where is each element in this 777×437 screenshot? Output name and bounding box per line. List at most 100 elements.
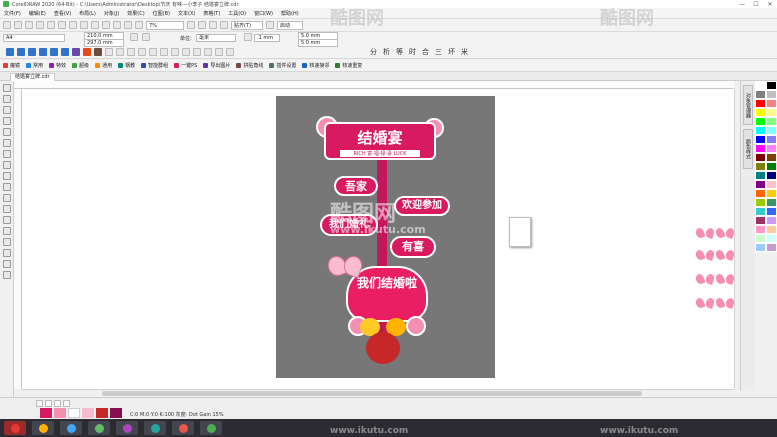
palette-swatch[interactable] [755, 126, 766, 135]
palette-swatch[interactable] [766, 99, 777, 108]
taskbar-app[interactable] [172, 421, 194, 435]
plugin-item[interactable]: 核速重复 [335, 62, 362, 69]
menu-effects[interactable]: 效果(C) [127, 10, 144, 17]
menu-help[interactable]: 帮助(H) [281, 10, 299, 17]
import-icon[interactable] [113, 21, 121, 29]
add-tool-icon[interactable] [2, 271, 11, 279]
title-sign[interactable]: 结婚宴 RICH 富·福·禄·喜 LUCK [324, 122, 436, 160]
new-document-icon[interactable] [3, 21, 11, 29]
drop-shadow-tool-icon[interactable] [2, 216, 11, 224]
horizontal-ruler[interactable] [14, 81, 734, 89]
distribute-icon[interactable] [138, 48, 146, 56]
options-gear-icon[interactable] [266, 21, 274, 29]
palette-swatch[interactable] [766, 81, 777, 90]
plugin-item[interactable]: 导出图片 [203, 62, 230, 69]
polygon-tool-icon[interactable] [2, 172, 11, 180]
taskbar-app[interactable] [32, 421, 54, 435]
quick-icon-3[interactable] [28, 48, 36, 56]
landscape-icon[interactable] [142, 33, 150, 41]
palette-swatch[interactable] [766, 198, 777, 207]
zoom-tool-icon[interactable] [2, 117, 11, 125]
quick-icon-6[interactable] [61, 48, 69, 56]
units-select[interactable]: 毫米 [196, 34, 236, 42]
palette-swatch[interactable] [766, 90, 777, 99]
plugin-item[interactable]: 核速接邻 [302, 62, 329, 69]
palette-swatch[interactable] [766, 117, 777, 126]
smart-fill-tool-icon[interactable] [2, 260, 11, 268]
print-icon[interactable] [36, 21, 44, 29]
palette-swatch[interactable] [755, 153, 766, 162]
align-icon[interactable] [127, 48, 135, 56]
bow-asset[interactable] [696, 296, 714, 310]
palette-swatch[interactable] [755, 99, 766, 108]
prev-page-button[interactable] [45, 400, 52, 407]
palette-swatch[interactable] [755, 108, 766, 117]
trim-icon[interactable] [204, 48, 212, 56]
docker-tab-objects[interactable]: 对象管理器 [743, 85, 753, 125]
plugin-item[interactable]: 常用 [26, 62, 43, 69]
group-icon[interactable] [149, 48, 157, 56]
palette-swatch[interactable] [766, 234, 777, 243]
ellipse-tool-icon[interactable] [2, 161, 11, 169]
doc-swatch[interactable] [40, 408, 52, 418]
minus-icon[interactable] [116, 48, 124, 56]
menu-bitmaps[interactable]: 位图(B) [153, 10, 170, 17]
plus-icon[interactable] [105, 48, 113, 56]
taskbar-app[interactable] [60, 421, 82, 435]
snap-to-dropdown[interactable]: 贴齐(T) [231, 20, 263, 30]
pick-tool-icon[interactable] [2, 84, 11, 92]
sign-ceremony[interactable]: 我们婚礼 [320, 214, 378, 236]
full-screen-icon[interactable] [187, 21, 195, 29]
palette-swatch[interactable] [766, 225, 777, 234]
zoom-level-select[interactable]: 7% [146, 20, 184, 30]
palette-swatch[interactable] [766, 171, 777, 180]
maximize-button[interactable]: ☐ [749, 1, 763, 8]
palette-swatch[interactable] [766, 153, 777, 162]
text-tool-icon[interactable] [2, 183, 11, 191]
symbol-button-1[interactable]: 分 [370, 47, 377, 57]
menu-text[interactable]: 文本(X) [178, 10, 195, 17]
cut-icon[interactable] [47, 21, 55, 29]
document-tab[interactable]: 结婚宴立牌.cdr [10, 73, 55, 81]
symbol-button-6[interactable]: 三 [435, 47, 442, 57]
palette-swatch[interactable] [755, 117, 766, 126]
vertical-ruler[interactable] [14, 89, 22, 389]
palette-swatch[interactable] [766, 126, 777, 135]
menu-tools[interactable]: 工具(O) [228, 10, 246, 17]
bow-asset[interactable] [696, 226, 714, 240]
eyedropper-tool-icon[interactable] [2, 238, 11, 246]
sign-joy[interactable]: 有喜 [390, 236, 436, 258]
parallel-dimension-tool-icon[interactable] [2, 194, 11, 202]
ungroup-icon[interactable] [160, 48, 168, 56]
intersect-icon[interactable] [215, 48, 223, 56]
nudge-distance-field[interactable]: .1 mm [254, 34, 280, 42]
palette-swatch[interactable] [766, 243, 777, 252]
menu-object[interactable]: 对象(J) [104, 10, 119, 17]
palette-swatch[interactable] [755, 216, 766, 225]
quick-icon-9[interactable] [94, 48, 102, 56]
doc-swatch[interactable] [82, 408, 94, 418]
quick-icon-4[interactable] [39, 48, 47, 56]
symbol-button-3[interactable]: 等 [396, 47, 403, 57]
bow-asset[interactable] [716, 272, 734, 286]
bow-asset[interactable] [696, 272, 714, 286]
palette-swatch[interactable] [766, 135, 777, 144]
symbol-button-2[interactable]: 析 [383, 47, 390, 57]
palette-swatch[interactable] [755, 198, 766, 207]
artboard-page[interactable]: 结婚宴 RICH 富·福·禄·喜 LUCK 吾家 欢迎参加 我们婚礼 有喜 我们… [276, 96, 495, 378]
palette-swatch[interactable] [766, 108, 777, 117]
menu-layout[interactable]: 布局(L) [79, 10, 96, 17]
drawing-canvas[interactable]: 结婚宴 RICH 富·福·禄·喜 LUCK 吾家 欢迎参加 我们婚礼 有喜 我们… [22, 89, 734, 389]
palette-swatch[interactable] [755, 162, 766, 171]
plugin-item[interactable]: 拼贴角线 [236, 62, 263, 69]
page-size-select[interactable]: A4 [3, 34, 65, 42]
plugin-item[interactable]: 智能群组 [141, 62, 168, 69]
interactive-fill-tool-icon[interactable] [2, 249, 11, 257]
save-icon[interactable] [25, 21, 33, 29]
freehand-tool-icon[interactable] [2, 128, 11, 136]
redo-icon[interactable] [91, 21, 99, 29]
bow-assets[interactable] [696, 226, 734, 316]
search-icon[interactable] [102, 21, 110, 29]
palette-swatch[interactable] [766, 162, 777, 171]
plugin-item[interactable]: 魔镜 [3, 62, 20, 69]
